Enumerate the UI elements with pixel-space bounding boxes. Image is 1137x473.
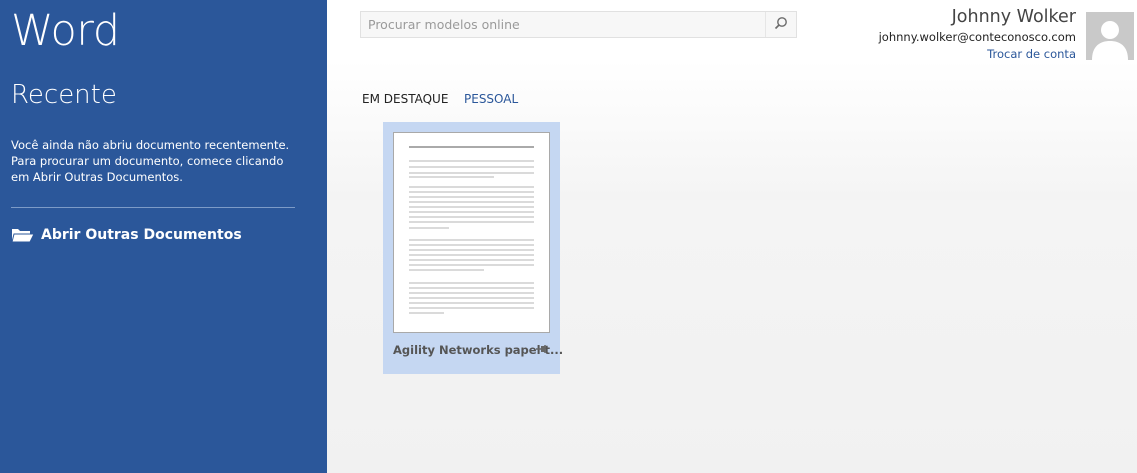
template-search-box — [360, 11, 797, 38]
template-thumbnail — [393, 132, 550, 333]
template-tile[interactable]: Agility Networks papel t... — [383, 122, 563, 374]
open-other-documents-label: Abrir Outras Documentos — [41, 227, 242, 243]
search-button[interactable] — [765, 12, 796, 37]
search-icon — [774, 15, 788, 34]
tab-personal[interactable]: PESSOAL — [464, 92, 518, 106]
tab-featured[interactable]: EM DESTAQUE — [362, 92, 448, 106]
template-search-input[interactable] — [361, 12, 768, 37]
account-email: johnny.wolker@conteconosco.com — [878, 30, 1076, 44]
open-other-documents-button[interactable]: Abrir Outras Documentos — [11, 224, 242, 246]
recent-empty-message: Você ainda não abriu documento recenteme… — [11, 138, 290, 184]
user-avatar-icon[interactable] — [1086, 12, 1134, 60]
switch-account-link[interactable]: Trocar de conta — [987, 47, 1076, 61]
folder-open-icon — [11, 226, 35, 244]
recent-heading: Recente — [11, 80, 117, 110]
pin-icon[interactable] — [535, 341, 549, 355]
app-title: Word — [11, 6, 120, 56]
account-name: Johnny Wolker — [951, 7, 1076, 27]
sidebar: Word Recente Você ainda não abriu docume… — [0, 0, 327, 473]
sidebar-divider — [11, 207, 295, 208]
